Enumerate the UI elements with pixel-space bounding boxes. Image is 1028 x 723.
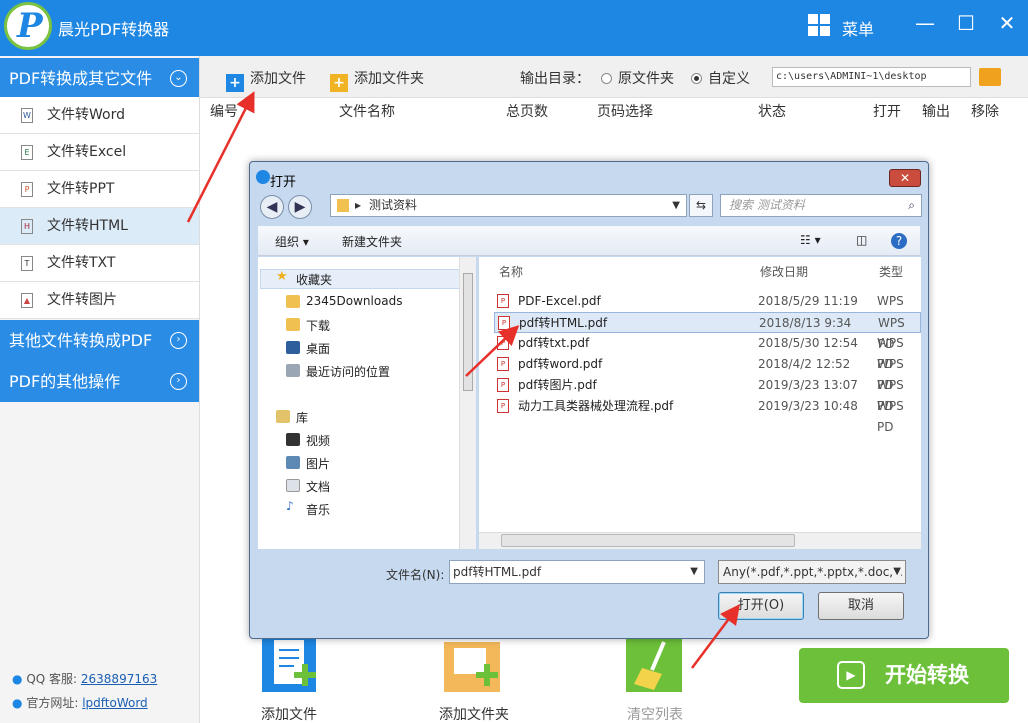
arrow-to-open-button xyxy=(691,604,740,669)
arrow-to-selected-file xyxy=(465,325,520,377)
annotation-arrows xyxy=(186,91,740,669)
arrow-to-add-file xyxy=(186,91,255,223)
